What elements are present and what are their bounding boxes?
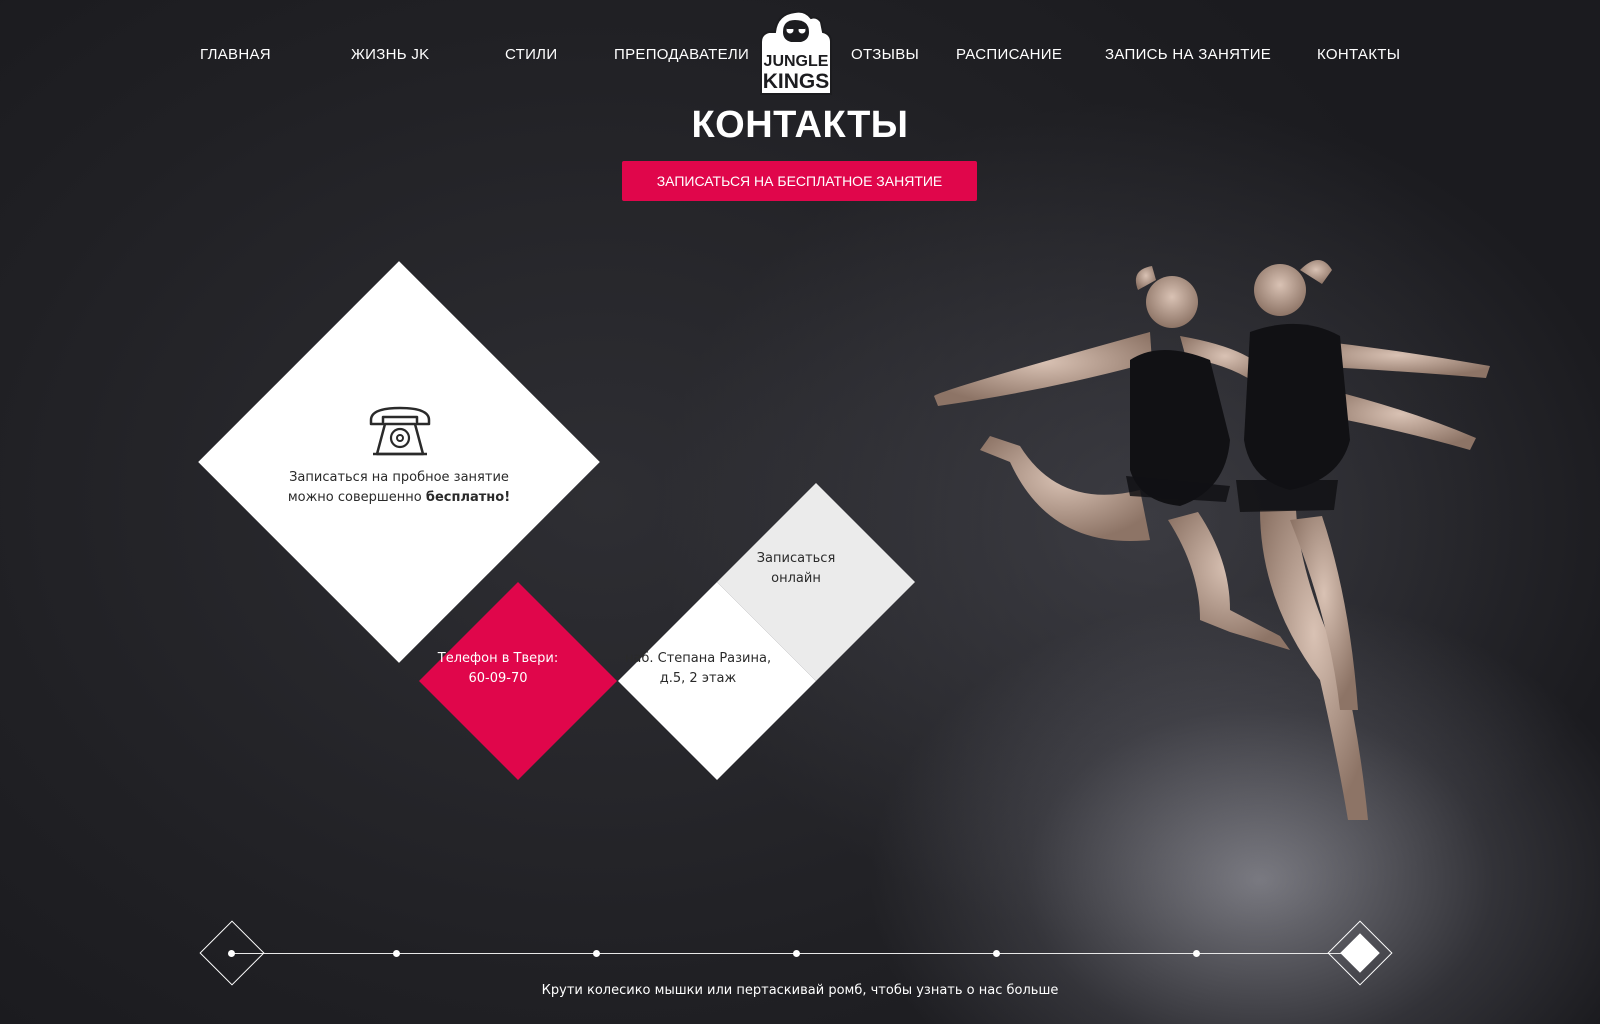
dancers-photo xyxy=(934,260,1490,820)
nav-item-jk-life[interactable]: ЖИЗНЬ JK xyxy=(351,46,429,63)
online-signup-line2: онлайн xyxy=(771,571,821,586)
contacts-page: ГЛАВНАЯ ЖИЗНЬ JK СТИЛИ ПРЕПОДАВАТЕЛИ ОТЗ… xyxy=(0,0,1600,1024)
nav-item-home[interactable]: ГЛАВНАЯ xyxy=(200,46,271,63)
timeline-dot[interactable] xyxy=(793,950,800,957)
nav-item-contacts[interactable]: КОНТАКТЫ xyxy=(1317,46,1400,63)
trial-info-line1: Записаться на пробное занятие xyxy=(289,470,509,485)
free-lesson-signup-button[interactable]: ЗАПИСАТЬСЯ НА БЕСПЛАТНОЕ ЗАНЯТИЕ xyxy=(622,161,977,201)
nav-item-schedule[interactable]: РАСПИСАНИЕ xyxy=(956,46,1062,63)
nav-item-teachers[interactable]: ПРЕПОДАВАТЕЛИ xyxy=(614,46,749,63)
trial-info-line2-prefix: можно совершенно xyxy=(287,490,426,505)
trial-info-text: Записаться на пробное занятие можно сове… xyxy=(279,468,519,508)
online-signup-line1: Записаться xyxy=(756,551,836,566)
online-signup-link[interactable]: Записаться онлайн xyxy=(731,549,861,589)
page-timeline[interactable] xyxy=(196,918,1406,990)
address-text: наб. Степана Разина, д.5, 2 этаж xyxy=(618,649,778,689)
timeline-dot[interactable] xyxy=(228,950,235,957)
jungle-kings-logo[interactable]: JUNGLE KINGS xyxy=(757,8,835,96)
logo-text-line2: KINGS xyxy=(763,70,830,93)
nav-item-reviews[interactable]: ОТЗЫВЫ xyxy=(851,46,919,63)
address-line2: д.5, 2 этаж xyxy=(659,671,737,686)
timeline-dot[interactable] xyxy=(993,950,1000,957)
timeline-dot[interactable] xyxy=(1193,950,1200,957)
trial-info-free-emphasis: бесплатно! xyxy=(425,490,511,505)
trial-info-line2: можно совершенно бесплатно! xyxy=(279,488,519,508)
page-title: КОНТАКТЫ xyxy=(691,104,909,146)
rotary-telephone-icon xyxy=(369,406,431,456)
address-line1: наб. Степана Разина, xyxy=(624,651,772,666)
timeline-dot[interactable] xyxy=(393,950,400,957)
timeline-dot[interactable] xyxy=(593,950,600,957)
phone-label: Телефон в Твери: xyxy=(437,651,559,666)
scroll-hint: Крути колесико мышки или пертаскивай ром… xyxy=(541,983,1059,998)
nav-item-styles[interactable]: СТИЛИ xyxy=(505,46,557,63)
phone-number: 60-09-70 xyxy=(468,671,528,686)
phone-text: Телефон в Твери: 60-09-70 xyxy=(428,649,568,689)
trial-info-diamond xyxy=(198,261,600,663)
logo-text-line1: JUNGLE xyxy=(764,53,829,70)
nav-item-signup[interactable]: ЗАПИСЬ НА ЗАНЯТИЕ xyxy=(1105,46,1271,63)
